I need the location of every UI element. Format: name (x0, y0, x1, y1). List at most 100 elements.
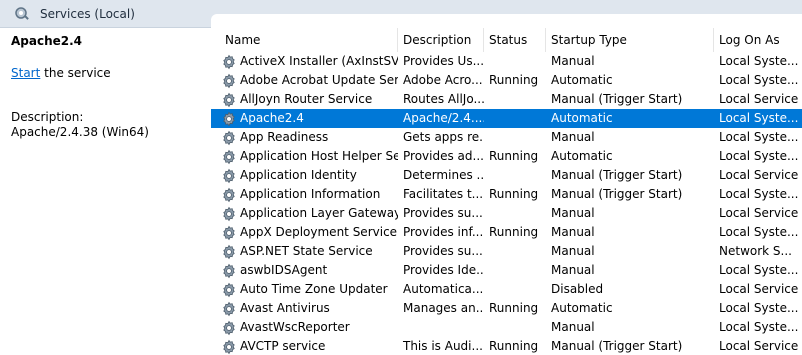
service-gear-icon (221, 130, 237, 146)
service-name-cell: Application Information (211, 185, 398, 204)
service-name: Adobe Acrobat Update Serv... (240, 73, 398, 87)
service-startup-type: Disabled (551, 282, 604, 296)
service-startup-type: Automatic (551, 149, 613, 163)
service-status (484, 109, 546, 128)
service-name-cell: Application Host Helper Ser... (211, 147, 398, 166)
service-description: Routes AllJo... (403, 92, 484, 106)
service-name: Application Information (240, 187, 381, 201)
service-name-cell: App Readiness (211, 128, 398, 147)
service-startup-type: Manual (551, 244, 595, 258)
services-table-body: ActiveX Installer (AxInstSV) Provides Us.… (211, 52, 802, 355)
service-name-cell: ASP.NET State Service (211, 242, 398, 261)
service-row[interactable]: aswbIDSAgent Provides Ide... Manual Local S… (211, 261, 802, 280)
service-log-on-as: Local Service (719, 168, 799, 182)
column-header-log-on-as[interactable]: Log On As (714, 28, 802, 52)
column-header-name[interactable]: ^ Name (211, 28, 398, 52)
column-header-description[interactable]: Description (398, 28, 484, 52)
service-startup-type: Manual (551, 320, 595, 334)
service-name-cell: Apache2.4 (211, 109, 398, 128)
service-row[interactable]: Apache2.4 Apache/2.4.... Automatic Local Sy… (211, 109, 802, 128)
column-header-startup-type[interactable]: Startup Type (546, 28, 714, 52)
service-row[interactable]: AVCTP service This is Audi... Running Manua… (211, 337, 802, 355)
service-name-cell: ActiveX Installer (AxInstSV) (211, 52, 398, 71)
service-row[interactable]: Application Layer Gateway ... Provides su… (211, 204, 802, 223)
service-status: Running (489, 187, 539, 201)
service-gear-icon (221, 320, 237, 336)
service-row[interactable]: Auto Time Zone Updater Automatica... Disab… (211, 280, 802, 299)
service-startup-type: Manual (551, 54, 595, 68)
service-row[interactable]: Application Identity Determines ... Manual… (211, 166, 802, 185)
service-name-cell: Auto Time Zone Updater (211, 280, 398, 299)
service-description: Apache/2.4.... (403, 111, 484, 125)
service-row[interactable]: AllJoyn Router Service Routes AllJo... Man… (211, 90, 802, 109)
service-gear-icon (221, 92, 237, 108)
service-name: ActiveX Installer (AxInstSV) (240, 54, 398, 68)
description-label: Description: (11, 110, 84, 124)
service-row[interactable]: Application Host Helper Ser... Provides a… (211, 147, 802, 166)
service-startup-type: Manual (551, 225, 595, 239)
service-gear-icon (221, 73, 237, 89)
service-description: Provides Ide... (403, 263, 484, 277)
service-log-on-as: Local Syste... (719, 54, 799, 68)
service-startup-type: Manual (551, 130, 595, 144)
service-row[interactable]: AppX Deployment Service (... Provides inf… (211, 223, 802, 242)
service-status (484, 204, 546, 223)
service-status (484, 90, 546, 109)
service-gear-icon (221, 149, 237, 165)
service-name-cell: Application Layer Gateway ... (211, 204, 398, 223)
start-service-link[interactable]: Start (11, 66, 40, 80)
description-value: Apache/2.4.38 (Win64) (11, 125, 149, 139)
service-log-on-as: Local Service (719, 92, 799, 106)
service-startup-type: Manual (Trigger Start) (551, 187, 683, 201)
selected-service-name: Apache2.4 (11, 34, 83, 48)
service-name-cell: AppX Deployment Service (... (211, 223, 398, 242)
service-log-on-as: Local Syste... (719, 187, 799, 201)
service-row[interactable]: Adobe Acrobat Update Serv... Adobe Acro..… (211, 71, 802, 90)
service-description: Provides inf... (403, 225, 484, 239)
service-status (484, 166, 546, 185)
service-startup-type: Manual (Trigger Start) (551, 168, 683, 182)
service-status (484, 280, 546, 299)
service-log-on-as: Local Service (719, 206, 799, 220)
service-startup-type: Manual (551, 263, 595, 277)
service-startup-type: Automatic (551, 73, 613, 87)
service-row[interactable]: Application Information Facilitates t... R… (211, 185, 802, 204)
service-name: Avast Antivirus (240, 301, 330, 315)
service-name-cell: aswbIDSAgent (211, 261, 398, 280)
service-description: Provides Us... (403, 54, 484, 68)
service-log-on-as: Local Syste... (719, 301, 799, 315)
service-name-cell: Application Identity (211, 166, 398, 185)
service-description: Provides su... (403, 206, 483, 220)
service-description: Determines ... (403, 168, 484, 182)
service-row[interactable]: Avast Antivirus Manages an... Running Autom… (211, 299, 802, 318)
service-log-on-as: Local Syste... (719, 111, 799, 125)
service-log-on-as: Local Syste... (719, 225, 799, 239)
service-row[interactable]: ASP.NET State Service Provides su... Manua… (211, 242, 802, 261)
service-name: AllJoyn Router Service (240, 92, 373, 106)
service-row[interactable]: AvastWscReporter Manual Local Syste... (211, 318, 802, 337)
column-header-status[interactable]: Status (484, 28, 546, 52)
service-log-on-as: Local Service (719, 282, 799, 296)
service-name: AVCTP service (240, 339, 326, 353)
service-log-on-as: Local Syste... (719, 130, 799, 144)
service-status: Running (489, 301, 539, 315)
service-row[interactable]: App Readiness Gets apps re... Manual Local … (211, 128, 802, 147)
service-startup-type: Automatic (551, 111, 613, 125)
service-details-pane: Apache2.4 Start the service Description:… (0, 29, 210, 355)
service-row[interactable]: ActiveX Installer (AxInstSV) Provides Us.… (211, 52, 802, 71)
service-gear-icon (221, 301, 237, 317)
service-description: Adobe Acro... (403, 73, 483, 87)
service-gear-icon (221, 282, 237, 298)
service-description: Provides su... (403, 244, 483, 258)
service-name: Application Host Helper Ser... (240, 149, 398, 163)
service-gear-icon (221, 263, 237, 279)
service-name: AvastWscReporter (240, 320, 350, 334)
service-name: Application Identity (240, 168, 357, 182)
column-header-name-label: Name (225, 33, 261, 47)
service-log-on-as: Local Syste... (719, 73, 799, 87)
service-gear-icon (221, 225, 237, 241)
service-name: App Readiness (240, 130, 329, 144)
service-name: ASP.NET State Service (240, 244, 373, 258)
sort-ascending-icon: ^ (303, 28, 311, 39)
service-description: Manages an... (403, 301, 484, 315)
